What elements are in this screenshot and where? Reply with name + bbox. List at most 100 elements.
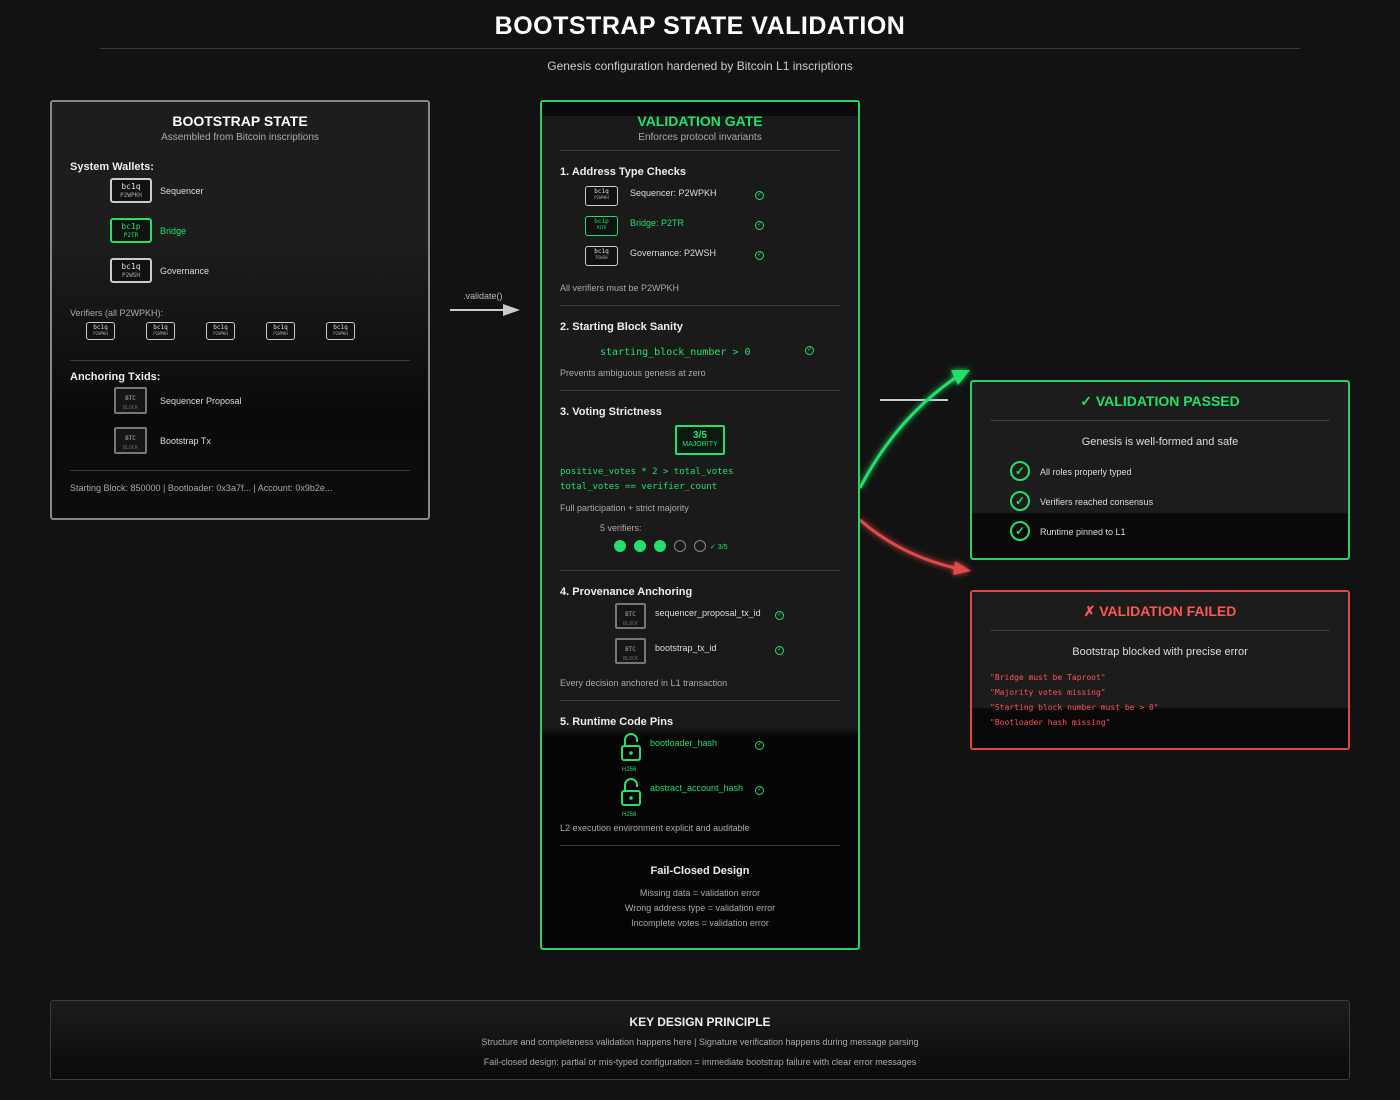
- bridge-address-check-label: Bridge: P2TR: [630, 218, 685, 228]
- error-message: "Majority votes missing": [990, 688, 1106, 697]
- passed-title: ✓ VALIDATION PASSED: [1080, 393, 1240, 409]
- error-message: "Bridge must be Taproot": [990, 673, 1106, 682]
- section-voting-strictness: 3. Voting Strictness: [560, 406, 662, 418]
- passed-subtitle: Genesis is well-formed and safe: [1081, 436, 1239, 448]
- bridge-wallet-label: Bridge: [160, 226, 187, 236]
- bootstrap-state-panel: BOOTSTRAP STATE Assembled from Bitcoin i…: [50, 100, 430, 520]
- anchoring-txids-label: Anchoring Txids:: [70, 371, 161, 383]
- check-icon: ✓: [805, 346, 814, 355]
- lock-caption: H256: [622, 812, 637, 818]
- vote-dot-no: [674, 540, 686, 552]
- passed-item: Runtime pinned to L1: [1040, 527, 1126, 537]
- verifiers-label: Verifiers (all P2WPKH):: [70, 308, 164, 318]
- validate-arrow-label: .validate(): [463, 291, 503, 301]
- sequencer-wallet-chip: bc1q P2WPKH: [110, 178, 152, 203]
- bootstrap-txid-label: bootstrap_tx_id: [655, 643, 717, 653]
- participation-note: Full participation + strict majority: [560, 503, 689, 513]
- majority-badge-label: MAJORITY: [682, 441, 718, 448]
- verifiers-p2wpkh-note: All verifiers must be P2WPKH: [560, 283, 680, 293]
- bootstrap-tx-label: Bootstrap Tx: [160, 436, 211, 446]
- fail-closed-line: Missing data = validation error: [639, 888, 761, 898]
- sequencer-address-chip: bc1q P2WPKH: [585, 186, 618, 206]
- bridge-wallet-chip: bc1p P2TR: [110, 218, 152, 243]
- section-provenance-anchoring: 4. Provenance Anchoring: [560, 586, 693, 598]
- pass-arrow: [858, 370, 970, 489]
- fail-arrow: [859, 518, 971, 575]
- passed-item: Verifiers reached consensus: [1040, 497, 1154, 507]
- fail-closed-line: Incomplete votes = validation error: [631, 918, 769, 928]
- key-design-principle-panel: KEY DESIGN PRINCIPLE Structure and compl…: [50, 1000, 1350, 1080]
- sequencer-proposal-label: Sequencer Proposal: [160, 396, 242, 406]
- check-circle-icon: ✓: [1010, 491, 1030, 511]
- verifier-chip: bc1q P2WPKH: [266, 322, 295, 340]
- passed-item: All roles properly typed: [1040, 467, 1132, 477]
- btc-block-icon: BTC BLOCK: [114, 387, 147, 414]
- failed-subtitle: Bootstrap blocked with precise error: [1072, 646, 1248, 658]
- check-icon: ✓: [755, 191, 764, 200]
- lock-caption: H256: [622, 767, 637, 773]
- check-icon: ✓: [775, 611, 784, 620]
- system-wallets-label: System Wallets:: [70, 161, 154, 173]
- validation-failed-panel: ✗ VALIDATION FAILED Bootstrap blocked wi…: [970, 590, 1350, 750]
- vote-count-condition: total_votes == verifier_count: [560, 482, 718, 492]
- bootstrap-divider: [70, 470, 410, 471]
- section-address-type-checks: 1. Address Type Checks: [560, 166, 686, 178]
- vote-dot-yes: [654, 540, 666, 552]
- fail-closed-title: Fail-Closed Design: [650, 865, 750, 877]
- votes-summary: ✓ 3/5: [710, 544, 728, 551]
- check-circle-icon: ✓: [1010, 521, 1030, 541]
- btc-block-icon: BTC BLOCK: [615, 603, 646, 629]
- check-icon: ✓: [755, 251, 764, 260]
- section-runtime-code-pins: 5. Runtime Code Pins: [560, 716, 674, 728]
- fail-closed-line: Wrong address type = validation error: [624, 903, 776, 913]
- key-line: Fail-closed design: partial or mis-typed…: [483, 1057, 917, 1067]
- majority-badge: 3/5 MAJORITY: [675, 425, 725, 455]
- check-icon: ✓: [755, 221, 764, 230]
- lock-icon: [621, 778, 641, 806]
- provenance-note: Every decision anchored in L1 transactio…: [560, 678, 728, 688]
- verifier-chip: bc1q P2WPKH: [206, 322, 235, 340]
- genesis-zero-note: Prevents ambiguous genesis at zero: [560, 368, 706, 378]
- starting-block-condition: starting_block_number > 0: [600, 347, 751, 358]
- section-starting-block-sanity: 2. Starting Block Sanity: [560, 321, 683, 333]
- bootstrap-footer: Starting Block: 850000 | Bootloader: 0x3…: [70, 483, 333, 493]
- bridge-address-chip: bc1p P2TR: [585, 216, 618, 236]
- check-icon: ✓: [755, 786, 764, 795]
- bootstrap-title: BOOTSTRAP STATE: [172, 113, 308, 129]
- gate-title: VALIDATION GATE: [637, 113, 763, 129]
- abstract-account-hash-label: abstract_account_hash: [650, 783, 744, 793]
- failed-title: ✗ VALIDATION FAILED: [1083, 603, 1237, 619]
- btc-block-icon: BTC BLOCK: [114, 427, 147, 454]
- sequencer-proposal-txid-label: sequencer_proposal_tx_id: [655, 608, 761, 618]
- check-icon: ✓: [775, 646, 784, 655]
- gate-subtitle: Enforces protocol invariants: [638, 132, 762, 143]
- validation-passed-panel: ✓ VALIDATION PASSED Genesis is well-form…: [970, 380, 1350, 560]
- error-message: "Starting block number must be > 0": [990, 703, 1159, 712]
- error-message: "Bootloader hash missing": [990, 718, 1111, 727]
- check-circle-icon: ✓: [1010, 461, 1030, 481]
- vote-dot-no: [694, 540, 706, 552]
- governance-address-check-label: Governance: P2WSH: [630, 248, 717, 258]
- verifier-count-label: 5 verifiers:: [600, 523, 642, 533]
- runtime-note: L2 execution environment explicit and au…: [560, 823, 750, 833]
- key-line: Structure and completeness validation ha…: [481, 1037, 919, 1047]
- governance-wallet-chip: bc1q P2WSH: [110, 258, 152, 283]
- validation-gate-panel: VALIDATION GATE Enforces protocol invari…: [540, 100, 860, 950]
- verifier-chip: bc1q P2WPKH: [326, 322, 355, 340]
- bootstrap-divider: [70, 360, 410, 361]
- validate-arrow: [450, 304, 520, 316]
- sequencer-wallet-label: Sequencer: [160, 186, 204, 196]
- verifier-chip: bc1q P2WPKH: [146, 322, 175, 340]
- vote-dot-yes: [634, 540, 646, 552]
- bootloader-hash-label: bootloader_hash: [650, 738, 718, 748]
- check-icon: ✓: [755, 741, 764, 750]
- bootstrap-subtitle: Assembled from Bitcoin inscriptions: [161, 132, 319, 143]
- key-title: KEY DESIGN PRINCIPLE: [629, 1015, 771, 1029]
- sequencer-address-check-label: Sequencer: P2WPKH: [630, 188, 717, 198]
- lock-icon: [621, 733, 641, 761]
- vote-dot-yes: [614, 540, 626, 552]
- majority-badge-value: 3/5: [693, 430, 707, 441]
- governance-wallet-label: Governance: [160, 266, 210, 276]
- vote-majority-condition: positive_votes * 2 > total_votes: [560, 467, 734, 477]
- governance-address-chip: bc1q P2WSH: [585, 246, 618, 266]
